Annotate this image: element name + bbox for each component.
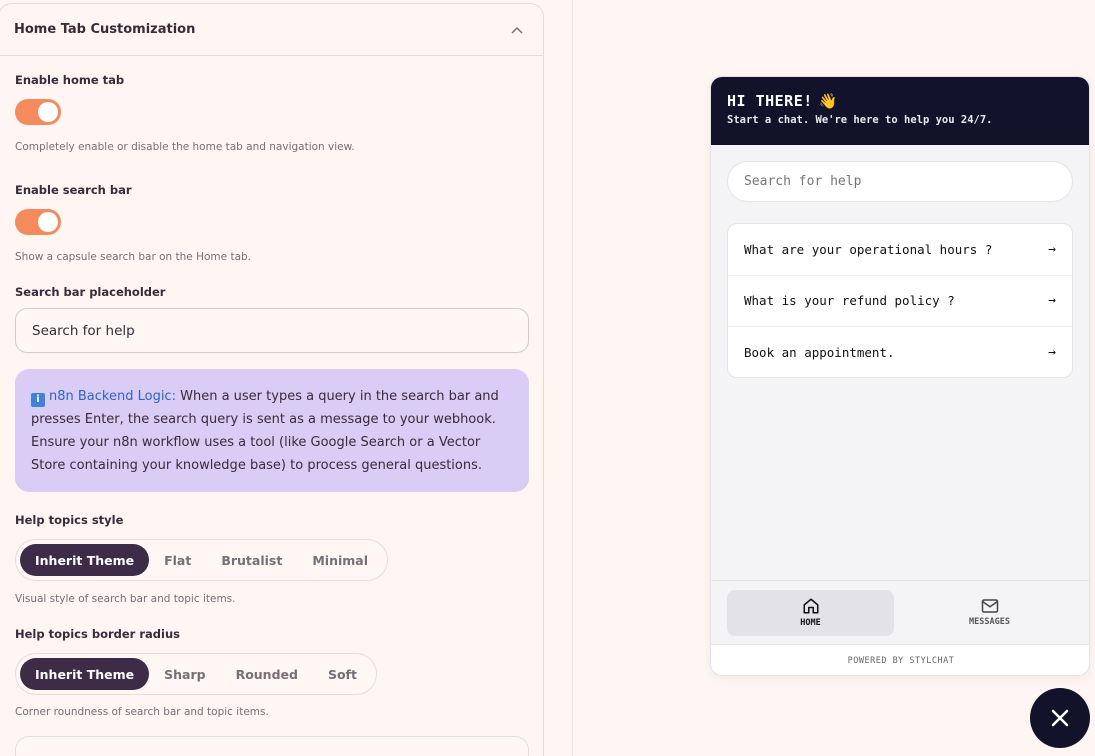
help-topics-list: What are your operational hours ? → What… bbox=[727, 223, 1073, 378]
enable-search-bar-label: Enable search bar bbox=[15, 183, 132, 197]
topic-label: Book an appointment. bbox=[744, 345, 895, 361]
panel-header[interactable]: Home Tab Customization bbox=[0, 4, 543, 56]
radius-option-sharp[interactable]: Sharp bbox=[149, 658, 220, 690]
help-topics-radius-selector: Inherit Theme Sharp Rounded Soft bbox=[15, 653, 377, 695]
help-topics-radius-help: Corner roundness of search bar and topic… bbox=[15, 706, 269, 718]
widget-bottom-nav: HOME MESSAGES bbox=[711, 580, 1089, 644]
topic-item-refund-policy[interactable]: What is your refund policy ? → bbox=[728, 276, 1072, 327]
help-topics-style-selector: Inherit Theme Flat Brutalist Minimal bbox=[15, 539, 388, 581]
arrow-right-icon: → bbox=[1048, 293, 1056, 309]
topic-item-operational-hours[interactable]: What are your operational hours ? → bbox=[728, 224, 1072, 276]
widget-subtitle: Start a chat. We're here to help you 24/… bbox=[727, 114, 993, 126]
enable-home-tab-toggle[interactable] bbox=[15, 99, 61, 125]
search-placeholder-label: Search bar placeholder bbox=[15, 285, 166, 299]
wave-emoji-icon: 👋 bbox=[818, 92, 838, 110]
topic-label: What are your operational hours ? bbox=[744, 241, 993, 257]
topic-label: What is your refund policy ? bbox=[744, 293, 955, 309]
style-option-minimal[interactable]: Minimal bbox=[297, 544, 383, 576]
radius-option-inherit-theme[interactable]: Inherit Theme bbox=[20, 658, 150, 690]
widget-title-row: HI THERE! 👋 bbox=[727, 91, 1073, 110]
help-topics-style-help: Visual style of search bar and topic ite… bbox=[15, 593, 236, 605]
radius-option-soft[interactable]: Soft bbox=[313, 658, 372, 690]
radius-option-rounded[interactable]: Rounded bbox=[221, 658, 313, 690]
enable-search-bar-help: Show a capsule search bar on the Home ta… bbox=[15, 251, 252, 263]
home-icon bbox=[803, 598, 818, 614]
mail-icon bbox=[981, 599, 998, 613]
toggle-knob bbox=[38, 102, 58, 122]
nav-messages[interactable]: MESSAGES bbox=[906, 590, 1073, 636]
enable-search-bar-toggle[interactable] bbox=[15, 209, 61, 235]
nav-home[interactable]: HOME bbox=[727, 589, 894, 636]
arrow-right-icon: → bbox=[1048, 345, 1056, 361]
close-widget-button[interactable] bbox=[1030, 688, 1090, 748]
chevron-up-icon[interactable] bbox=[509, 22, 525, 38]
widget-search-input[interactable] bbox=[727, 161, 1073, 202]
next-settings-card bbox=[15, 736, 529, 756]
enable-home-tab-label: Enable home tab bbox=[15, 73, 125, 87]
panel-title: Home Tab Customization bbox=[14, 22, 196, 37]
help-topics-style-label: Help topics style bbox=[15, 513, 124, 527]
nav-messages-label: MESSAGES bbox=[969, 617, 1010, 627]
n8n-backend-logic-link[interactable]: n8n Backend Logic: bbox=[49, 389, 176, 404]
toggle-knob bbox=[38, 212, 58, 232]
enable-home-tab-help: Completely enable or disable the home ta… bbox=[15, 141, 355, 153]
arrow-right-icon: → bbox=[1048, 241, 1056, 257]
widget-title: HI THERE! bbox=[727, 92, 813, 110]
search-placeholder-input[interactable] bbox=[15, 308, 529, 353]
help-topics-radius-label: Help topics border radius bbox=[15, 627, 180, 641]
nav-home-label: HOME bbox=[800, 618, 821, 628]
panel-divider bbox=[572, 0, 573, 756]
n8n-backend-info-box: i n8n Backend Logic: When a user types a … bbox=[15, 369, 529, 492]
style-option-flat[interactable]: Flat bbox=[149, 544, 206, 576]
topic-item-book-appointment[interactable]: Book an appointment. → bbox=[728, 327, 1072, 377]
close-icon bbox=[1051, 709, 1069, 727]
widget-footer: POWERED BY STYLCHAT bbox=[711, 644, 1089, 675]
info-icon: i bbox=[31, 393, 45, 407]
widget-header: HI THERE! 👋 Start a chat. We're here to h… bbox=[711, 77, 1089, 145]
style-option-brutalist[interactable]: Brutalist bbox=[206, 544, 297, 576]
chat-widget-preview: HI THERE! 👋 Start a chat. We're here to h… bbox=[710, 76, 1090, 676]
style-option-inherit-theme[interactable]: Inherit Theme bbox=[20, 544, 150, 576]
